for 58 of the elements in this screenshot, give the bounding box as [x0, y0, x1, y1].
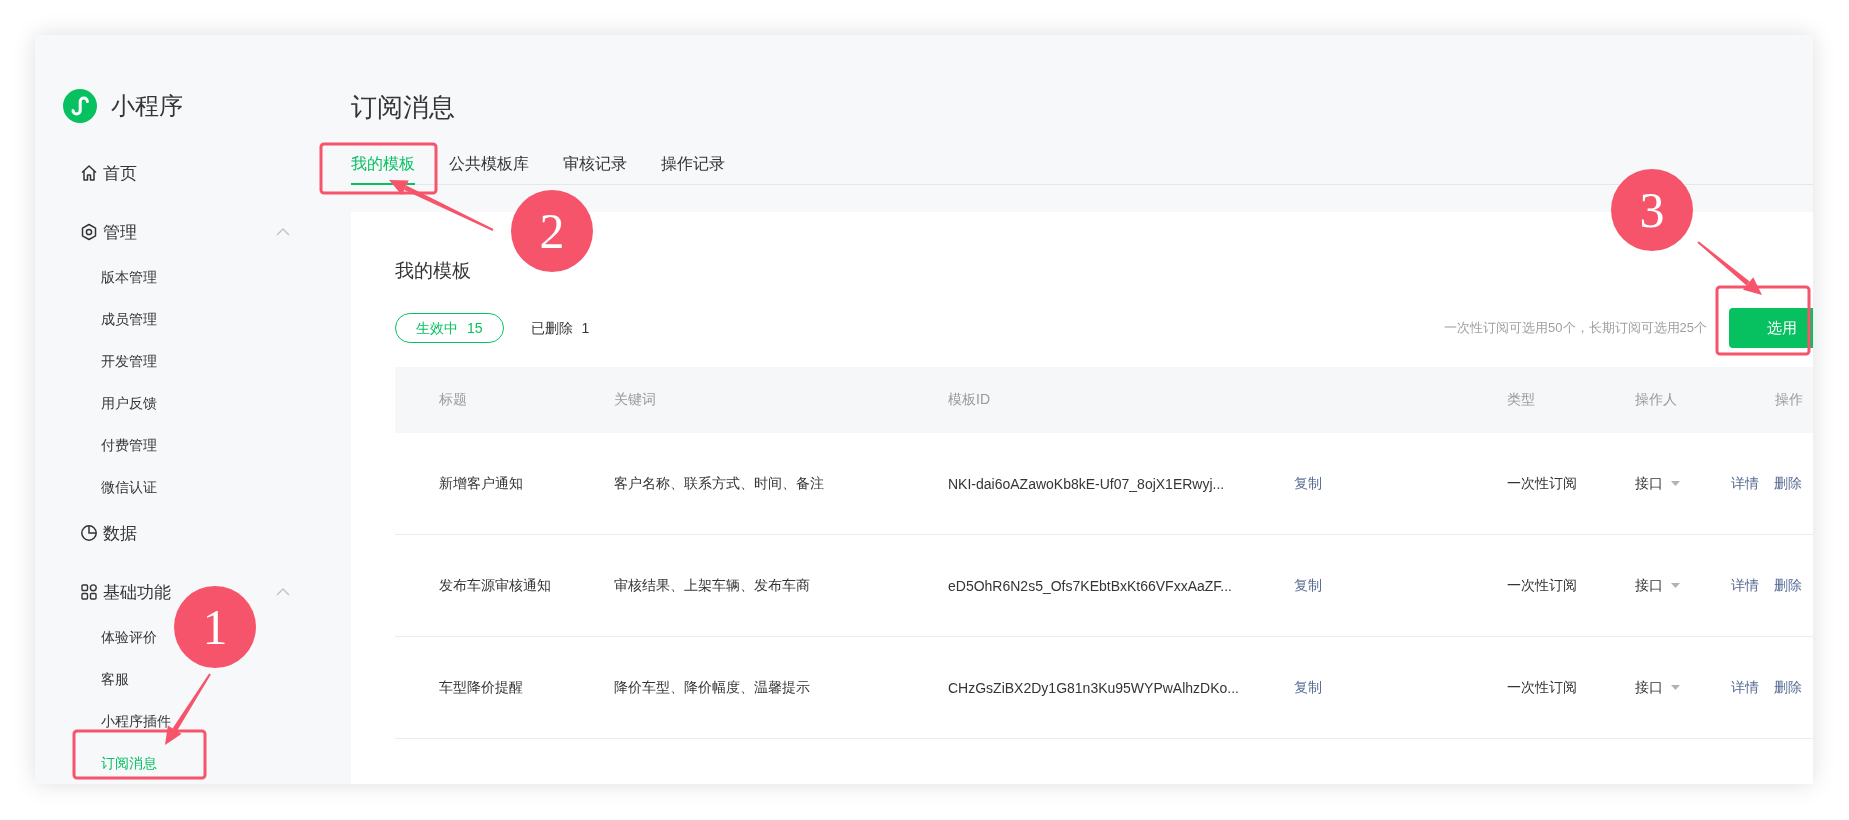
copy-link[interactable]: 复制 [1294, 474, 1322, 493]
nav-subitem[interactable]: 版本管理 [101, 256, 157, 298]
nav-item[interactable]: 管理 [35, 212, 290, 252]
action-link[interactable]: 详情 [1731, 474, 1759, 493]
copy-link[interactable]: 复制 [1294, 678, 1322, 697]
caret-icon [1671, 481, 1680, 486]
action-link[interactable]: 删除 [1774, 678, 1802, 697]
section-title: 我的模板 [395, 259, 472, 283]
table-cell-text: 审核结果、上架车辆、发布车商 [614, 576, 811, 595]
operator-dropdown[interactable]: 接口 [1635, 678, 1731, 697]
filter-tab[interactable]: 已删除 1 [509, 313, 611, 343]
tab[interactable]: 审核记录 [563, 146, 627, 185]
home-icon [80, 164, 98, 182]
column-header: 标题 [439, 391, 468, 409]
table-cell-text: 发布车源审核通知 [439, 576, 552, 595]
action-link[interactable]: 详情 [1731, 678, 1759, 697]
nav-subitem[interactable]: 客服 [101, 658, 129, 700]
column-header: 操作 [1774, 391, 1804, 409]
pointer-arrow [1697, 241, 1762, 295]
template-id: CHzGsZiBX2Dy1G81n3Ku95WYPwAlhzDKo... [948, 679, 1240, 696]
operator-dropdown[interactable]: 接口 [1635, 474, 1731, 493]
nav-item[interactable]: 首页 [35, 153, 290, 193]
table-cell-text: 一次性订阅 [1507, 678, 1578, 697]
column-header: 关键词 [614, 391, 657, 409]
nav-item[interactable]: 数据 [35, 513, 290, 553]
page-title: 订阅消息 [351, 92, 456, 122]
action-link[interactable]: 删除 [1774, 576, 1802, 595]
template-id: eD5OhR6N2s5_Ofs7KEbtBxKt66VFxxAaZF... [948, 577, 1233, 594]
logo-icon [63, 89, 97, 123]
hexagon-icon [80, 223, 98, 241]
column-header: 模板ID [948, 391, 991, 409]
tab[interactable]: 操作记录 [661, 146, 725, 185]
operator-dropdown[interactable]: 接口 [1635, 576, 1731, 595]
pie-chart-icon [80, 524, 98, 542]
nav-subitem[interactable]: 用户反馈 [101, 382, 157, 424]
table-cell-text: 客户名称、联系方式、时间、备注 [614, 474, 825, 493]
column-header: 操作人 [1635, 391, 1678, 409]
caret-icon [1671, 583, 1680, 588]
nav-subitem[interactable]: 成员管理 [101, 298, 157, 340]
table-cell-text: 一次性订阅 [1507, 474, 1578, 493]
column-header: 类型 [1507, 391, 1536, 409]
table-cell-text: 一次性订阅 [1507, 576, 1578, 595]
nav-subitem[interactable]: 小程序插件 [101, 700, 171, 742]
copy-link[interactable]: 复制 [1294, 576, 1322, 595]
app-name: 小程序 [111, 91, 183, 121]
grid-icon [80, 583, 98, 601]
nav-subitem[interactable]: 微信认证 [101, 466, 157, 508]
nav-subitem[interactable]: 付费管理 [101, 424, 157, 466]
table-cell-text: 降价车型、降价幅度、温馨提示 [614, 678, 811, 697]
template-id: NKI-dai6oAZawoKb8kE-Uf07_8ojX1ERwyj... [948, 475, 1226, 492]
action-link[interactable]: 删除 [1774, 474, 1802, 493]
nav-subitem[interactable]: 体验评价 [101, 616, 157, 658]
table-cell-text: 新增客户通知 [439, 474, 524, 493]
action-link[interactable]: 详情 [1731, 576, 1759, 595]
tab[interactable]: 公共模板库 [449, 146, 529, 185]
table-cell-text: 车型降价提醒 [439, 678, 524, 697]
caret-icon [1671, 685, 1680, 690]
nav-subitem[interactable]: 开发管理 [101, 340, 157, 382]
